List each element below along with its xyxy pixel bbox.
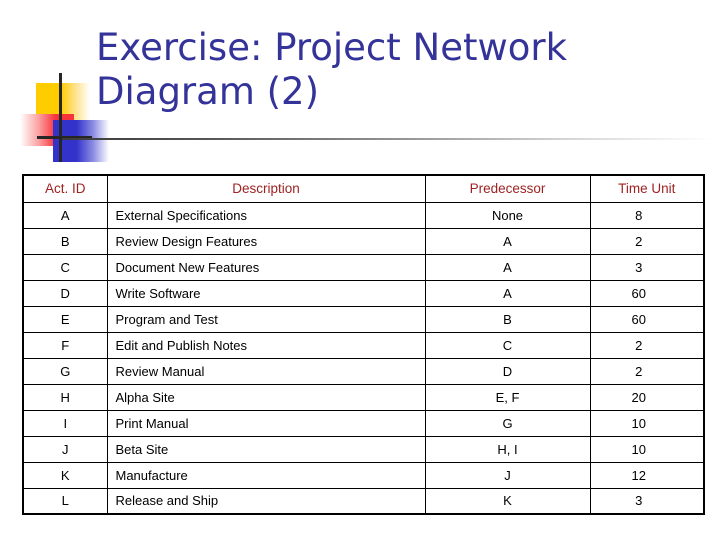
- predecessor-cell: D: [424, 357, 591, 385]
- description-cell: Program and Test: [106, 305, 426, 333]
- description-cell: Review Design Features: [106, 227, 426, 255]
- predecessor-cell: K: [424, 487, 591, 515]
- slide-header: Exercise: Project Network Diagram (2): [0, 0, 720, 168]
- table-row: F Edit and Publish Notes C 2: [22, 331, 705, 359]
- predecessor-cell: A: [424, 253, 591, 281]
- column-header-predecessor: Predecessor: [424, 174, 591, 203]
- table-header-row: Act. ID Description Predecessor Time Uni…: [22, 174, 705, 203]
- column-header-act-id: Act. ID: [22, 174, 108, 203]
- activity-id-cell: L: [22, 487, 108, 515]
- table-row: D Write Software A 60: [22, 279, 705, 307]
- activity-id-cell: H: [22, 383, 108, 411]
- predecessor-cell: A: [424, 227, 591, 255]
- description-cell: Document New Features: [106, 253, 426, 281]
- predecessor-cell: A: [424, 279, 591, 307]
- time-unit-cell: 10: [589, 435, 705, 463]
- activity-id-cell: G: [22, 357, 108, 385]
- table-header: Act. ID Description Predecessor Time Uni…: [22, 174, 705, 203]
- activity-id-cell: A: [22, 201, 108, 229]
- activity-table: Act. ID Description Predecessor Time Uni…: [22, 174, 705, 515]
- time-unit-cell: 60: [589, 279, 705, 307]
- description-cell: Alpha Site: [106, 383, 426, 411]
- column-header-description: Description: [106, 174, 426, 203]
- page-title: Exercise: Project Network Diagram (2): [96, 26, 568, 113]
- predecessor-cell: None: [424, 201, 591, 229]
- predecessor-cell: E, F: [424, 383, 591, 411]
- column-header-time-unit: Time Unit: [589, 174, 705, 203]
- table-row: E Program and Test B 60: [22, 305, 705, 333]
- time-unit-cell: 2: [589, 357, 705, 385]
- activity-id-cell: D: [22, 279, 108, 307]
- description-cell: Edit and Publish Notes: [106, 331, 426, 359]
- activity-id-cell: F: [22, 331, 108, 359]
- description-cell: Manufacture: [106, 461, 426, 489]
- time-unit-cell: 20: [589, 383, 705, 411]
- activity-id-cell: K: [22, 461, 108, 489]
- table-body: A External Specifications None 8 B Review Des…: [22, 201, 705, 515]
- time-unit-cell: 60: [589, 305, 705, 333]
- activity-id-cell: E: [22, 305, 108, 333]
- activity-id-cell: I: [22, 409, 108, 437]
- table-row: K Manufacture J 12: [22, 461, 705, 489]
- table-row: C Document New Features A 3: [22, 253, 705, 281]
- activity-id-cell: C: [22, 253, 108, 281]
- description-cell: Beta Site: [106, 435, 426, 463]
- table-row: G Review Manual D 2: [22, 357, 705, 385]
- activity-id-cell: J: [22, 435, 108, 463]
- logo-vertical-line-icon: [59, 73, 62, 162]
- table-row: A External Specifications None 8: [22, 201, 705, 229]
- header-divider: [62, 138, 712, 140]
- time-unit-cell: 12: [589, 461, 705, 489]
- activity-id-cell: B: [22, 227, 108, 255]
- time-unit-cell: 2: [589, 331, 705, 359]
- time-unit-cell: 2: [589, 227, 705, 255]
- description-cell: Write Software: [106, 279, 426, 307]
- time-unit-cell: 8: [589, 201, 705, 229]
- predecessor-cell: C: [424, 331, 591, 359]
- predecessor-cell: H, I: [424, 435, 591, 463]
- table-row: L Release and Ship K 3: [22, 487, 705, 515]
- description-cell: Print Manual: [106, 409, 426, 437]
- table-row: B Review Design Features A 2: [22, 227, 705, 255]
- predecessor-cell: B: [424, 305, 591, 333]
- time-unit-cell: 3: [589, 253, 705, 281]
- time-unit-cell: 10: [589, 409, 705, 437]
- description-cell: Review Manual: [106, 357, 426, 385]
- description-cell: External Specifications: [106, 201, 426, 229]
- table-row: I Print Manual G 10: [22, 409, 705, 437]
- table-row: J Beta Site H, I 10: [22, 435, 705, 463]
- table-row: H Alpha Site E, F 20: [22, 383, 705, 411]
- time-unit-cell: 3: [589, 487, 705, 515]
- description-cell: Release and Ship: [106, 487, 426, 515]
- predecessor-cell: J: [424, 461, 591, 489]
- predecessor-cell: G: [424, 409, 591, 437]
